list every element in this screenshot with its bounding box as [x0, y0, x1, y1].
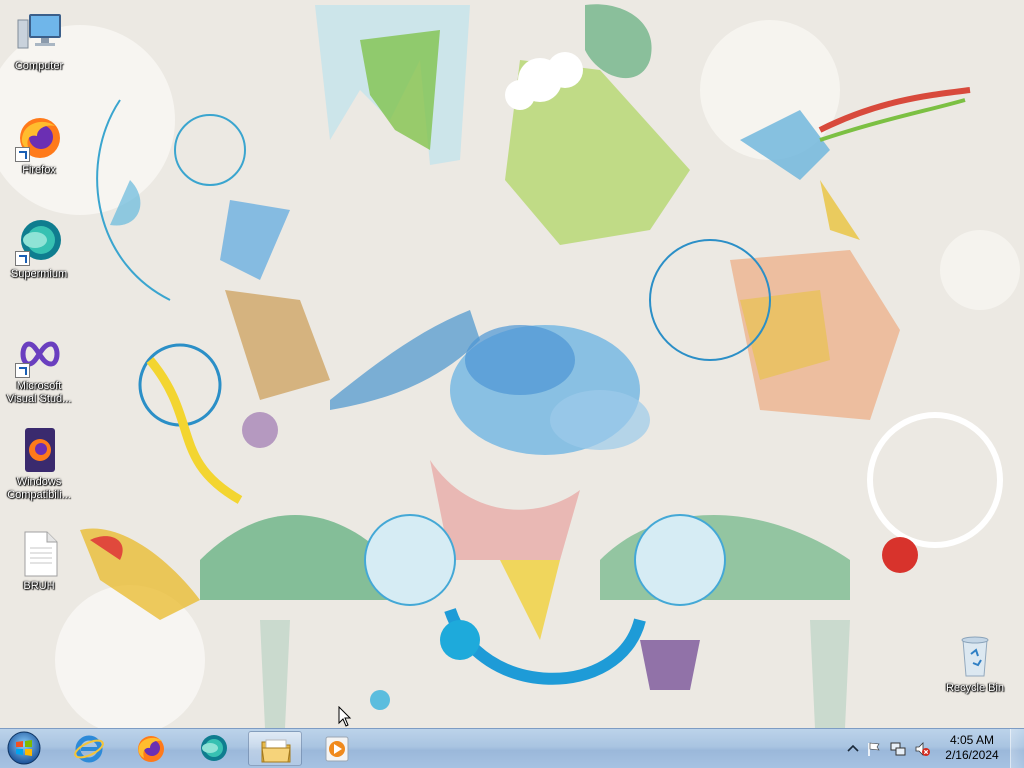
firefox-icon: [138, 736, 164, 762]
supermium-icon: [201, 735, 227, 761]
shortcut-arrow-icon: [15, 363, 30, 378]
desktop-icon-label: BRUH: [23, 580, 55, 592]
shortcut-arrow-icon: [15, 251, 30, 266]
taskbar-internet-explorer[interactable]: [62, 731, 116, 766]
show-hidden-icons-chevron[interactable]: [845, 741, 861, 757]
desktop-icon-label: Microsoft Visual Stud...: [6, 380, 72, 405]
desktop-icon-recycle-bin[interactable]: Recycle Bin: [938, 632, 1012, 695]
desktop-wallpaper: [0, 0, 1024, 728]
visual-studio-icon: [15, 330, 63, 378]
desktop-icon-windows-compatibility[interactable]: Windows Compatibili...: [2, 426, 76, 502]
clock-date: 2/16/2024: [945, 748, 999, 762]
network-icon[interactable]: [890, 741, 906, 757]
desktop-icon-visual-studio[interactable]: Microsoft Visual Stud...: [2, 330, 76, 406]
computer-icon: [15, 10, 63, 58]
taskbar-firefox[interactable]: [124, 731, 178, 766]
supermium-icon: [15, 218, 63, 266]
system-clock[interactable]: 4:05 AM 2/16/2024: [934, 733, 1010, 763]
mouse-cursor-icon: [338, 706, 352, 727]
show-desktop-button[interactable]: [1010, 729, 1024, 768]
desktop-icon-label: Firefox: [22, 164, 56, 176]
start-button[interactable]: [4, 730, 44, 767]
desktop-icon-label: Windows Compatibili...: [7, 476, 71, 501]
internet-explorer-icon: [74, 735, 104, 763]
desktop-icon-computer[interactable]: Computer: [2, 10, 76, 73]
taskbar-file-explorer[interactable]: [248, 731, 302, 766]
desktop-icon-firefox[interactable]: Firefox: [2, 114, 76, 177]
windows-start-orb: [7, 731, 41, 765]
taskbar: 4:05 AM 2/16/2024: [0, 728, 1024, 768]
volume-muted-icon[interactable]: [914, 741, 930, 757]
desktop-icon-label: Recycle Bin: [945, 682, 1005, 694]
taskbar-supermium[interactable]: [186, 731, 240, 766]
taskbar-media-player[interactable]: [310, 731, 364, 766]
desktop-icon-bruh[interactable]: BRUH: [2, 530, 76, 593]
firefox-icon: [15, 114, 63, 162]
recycle-bin-icon: [951, 632, 999, 680]
media-player-icon: [325, 736, 349, 762]
clock-time: 4:05 AM: [949, 733, 995, 747]
text-file-icon: [15, 530, 63, 578]
desktop-icon-supermium[interactable]: Supermium: [2, 218, 76, 281]
shortcut-arrow-icon: [15, 147, 30, 162]
desktop-icon-label: Supermium: [10, 268, 68, 280]
windows-compatibility-icon: [15, 426, 63, 474]
action-center-flag-icon[interactable]: [866, 741, 882, 757]
desktop-icon-label: Computer: [14, 60, 64, 72]
file-explorer-icon: [261, 739, 291, 763]
